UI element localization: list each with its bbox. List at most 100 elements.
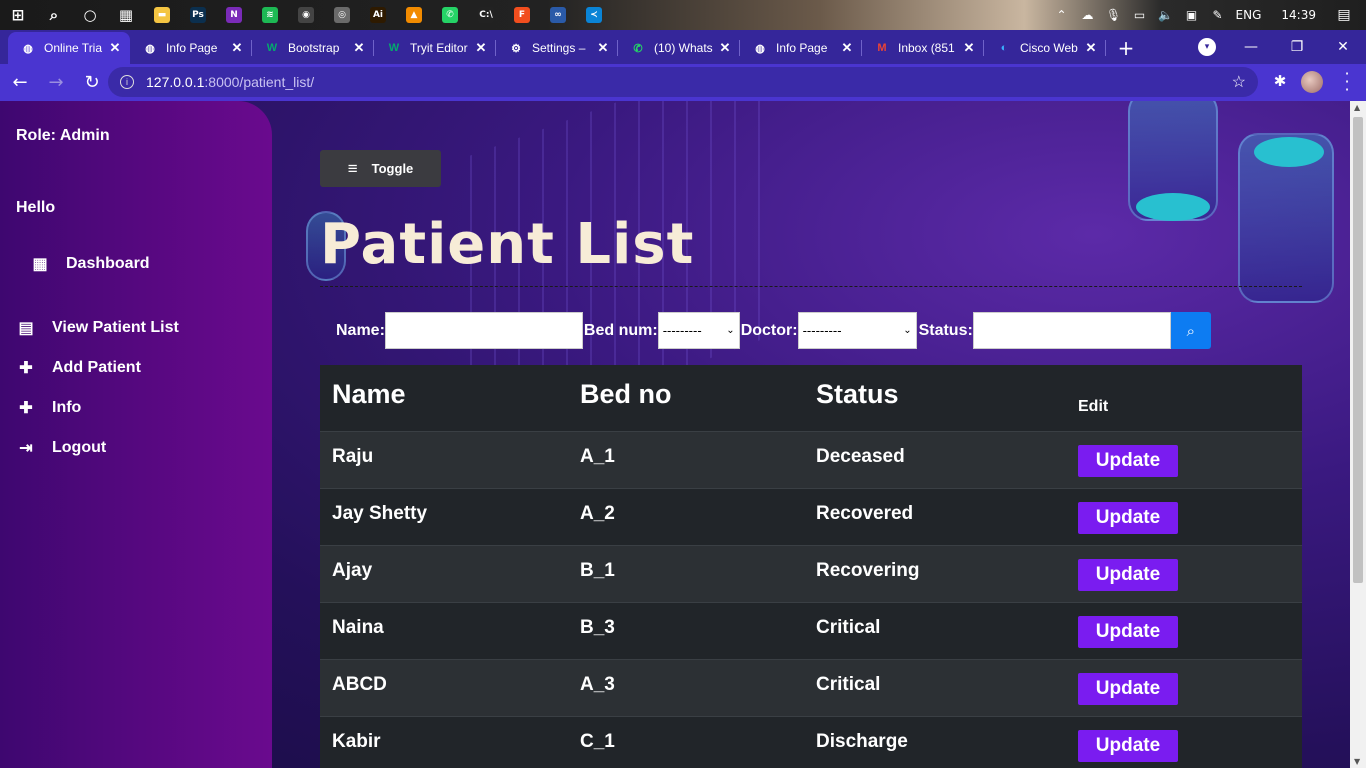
file-explorer-icon[interactable]: ▬ xyxy=(144,0,180,30)
browser-tab[interactable]: ◍ Info Page ✕ xyxy=(740,32,862,64)
bed-filter-select[interactable]: --------- ⌄ xyxy=(657,312,740,349)
cloud-icon[interactable]: ☁ xyxy=(1080,8,1096,22)
browser-tab[interactable]: ⚙ Settings – ✕ xyxy=(496,32,618,64)
globe-icon: ◍ xyxy=(23,42,33,55)
name-filter-input[interactable] xyxy=(384,312,583,349)
doctor-filter-label: Doctor: xyxy=(740,321,798,339)
browser-tab[interactable]: ◍ Online Tria ✕ xyxy=(8,32,130,64)
site-info-icon[interactable]: i xyxy=(120,75,134,89)
update-button[interactable]: Update xyxy=(1078,730,1178,762)
url-path: :8000/patient_list/ xyxy=(204,74,315,90)
bookmark-star-icon[interactable]: ☆ xyxy=(1232,72,1246,92)
greeting-label: Hello xyxy=(16,199,56,216)
terminal-icon[interactable]: C:\ xyxy=(468,0,504,30)
windows-start-icon[interactable]: ⊞ xyxy=(0,0,36,30)
close-tab-icon[interactable]: ✕ xyxy=(840,40,854,56)
vlc-icon[interactable]: ▲ xyxy=(396,0,432,30)
browser-tab[interactable]: ✆ (10) Whats ✕ xyxy=(618,32,740,64)
photoshop-icon[interactable]: Ps xyxy=(180,0,216,30)
notifications-icon[interactable]: ▤ xyxy=(1336,7,1352,23)
table-row: Ajay B_1 Recovering Update xyxy=(320,546,1302,603)
plus-icon: ✚ xyxy=(19,400,33,417)
close-icon[interactable]: ✕ xyxy=(1320,39,1366,55)
browser-menu-icon[interactable]: · · · xyxy=(1340,66,1354,98)
page-scrollbar[interactable]: ▲ ▼ xyxy=(1350,101,1366,768)
scroll-down-icon[interactable]: ▼ xyxy=(1354,757,1360,766)
address-bar[interactable]: i 127.0.0.1:8000/patient_list/ ☆ xyxy=(108,67,1258,97)
tab-search-icon[interactable]: ▾ xyxy=(1198,38,1216,56)
file-explorer-icon-glyph: ▬ xyxy=(154,7,170,23)
sidebar-item-view-patient-list[interactable]: ▤ View Patient List xyxy=(16,318,178,338)
vscode-icon[interactable]: ≺ xyxy=(576,0,612,30)
language-indicator[interactable]: ENG xyxy=(1236,8,1262,22)
sidebar-item-add-patient[interactable]: ✚ Add Patient xyxy=(16,358,141,378)
illustrator-icon[interactable]: Ai xyxy=(360,0,396,30)
vlc-icon-glyph: ▲ xyxy=(406,7,422,23)
minimize-icon[interactable]: — xyxy=(1228,39,1274,55)
close-tab-icon[interactable]: ✕ xyxy=(962,40,976,56)
close-tab-icon[interactable]: ✕ xyxy=(1084,40,1098,56)
cell-name: Jay Shetty xyxy=(332,503,428,524)
status-filter-input[interactable] xyxy=(972,312,1171,349)
cell-status: Critical xyxy=(816,674,881,695)
role-label: Role: Admin xyxy=(16,127,110,144)
sidebar-item-info[interactable]: ✚ Info xyxy=(16,398,81,418)
volume-icon[interactable]: 🔈 xyxy=(1158,8,1174,22)
close-tab-icon[interactable]: ✕ xyxy=(474,40,488,56)
close-tab-icon[interactable]: ✕ xyxy=(352,40,366,56)
sidebar-item-logout[interactable]: ⇥ Logout xyxy=(16,438,106,458)
gear-icon: ⚙ xyxy=(511,42,521,55)
reload-icon[interactable]: ↻ xyxy=(76,67,108,99)
obs-icon[interactable]: ◉ xyxy=(288,0,324,30)
chrome-icon[interactable]: ◎ xyxy=(324,0,360,30)
browser-tab[interactable]: W Tryit Editor ✕ xyxy=(374,32,496,64)
scroll-up-icon[interactable]: ▲ xyxy=(1354,103,1360,112)
close-tab-icon[interactable]: ✕ xyxy=(596,40,610,56)
pen-icon[interactable]: ✎ xyxy=(1210,8,1226,22)
back-icon[interactable]: ← xyxy=(4,67,36,99)
update-button[interactable]: Update xyxy=(1078,559,1178,591)
update-button[interactable]: Update xyxy=(1078,673,1178,705)
clock[interactable]: 14:39 xyxy=(1281,8,1316,22)
profile-avatar[interactable] xyxy=(1301,71,1323,93)
search-button[interactable]: ⌕ xyxy=(1170,312,1211,349)
browser-tab-strip: ◍ Online Tria ✕ ◍ Info Page ✕ W Bootstrap ✕ W Tryi… xyxy=(0,30,1366,64)
update-button[interactable]: Update xyxy=(1078,502,1178,534)
update-button[interactable]: Update xyxy=(1078,445,1178,477)
cortana-icon[interactable]: ○ xyxy=(72,0,108,30)
browser-tab[interactable]: M Inbox (851 ✕ xyxy=(862,32,984,64)
spotify-icon[interactable]: ≋ xyxy=(252,0,288,30)
url-host: 127.0.0.1 xyxy=(146,74,205,90)
toggle-button[interactable]: ≡ Toggle xyxy=(320,150,441,187)
tab-title: Cisco Web xyxy=(1020,41,1078,55)
patient-table: Name Bed no Status Edit Raju A_1 Deceased U… xyxy=(320,365,1302,768)
chevron-up-icon[interactable]: ⌃ xyxy=(1054,8,1070,22)
extensions-icon[interactable]: ✱ xyxy=(1270,72,1290,92)
sidebar-item-dashboard[interactable]: ▦ Dashboard xyxy=(30,254,149,274)
search-icon[interactable]: ⌕ xyxy=(36,0,72,30)
battery-icon[interactable]: ▭ xyxy=(1132,8,1148,22)
search-icon-glyph: ⌕ xyxy=(49,6,59,24)
onenote-icon[interactable]: N xyxy=(216,0,252,30)
illustrator-icon-glyph: Ai xyxy=(370,7,386,23)
new-tab-button[interactable]: + xyxy=(1106,32,1146,64)
doctor-filter-select[interactable]: --------- ⌄ xyxy=(797,312,917,349)
update-button[interactable]: Update xyxy=(1078,616,1178,648)
dev-tool-icon[interactable]: ∞ xyxy=(540,0,576,30)
close-tab-icon[interactable]: ✕ xyxy=(230,40,244,56)
network-icon[interactable]: ▣ xyxy=(1184,8,1200,22)
microphone-icon[interactable]: 🎙 xyxy=(1106,8,1122,22)
cell-name: ABCD xyxy=(332,674,387,695)
figma-icon[interactable]: F xyxy=(504,0,540,30)
browser-tab[interactable]: W Bootstrap ✕ xyxy=(252,32,374,64)
forward-icon[interactable]: → xyxy=(40,67,72,99)
browser-tab[interactable]: ◍ Info Page ✕ xyxy=(130,32,252,64)
page-title: Patient List xyxy=(320,212,695,277)
scrollbar-thumb[interactable] xyxy=(1353,117,1363,583)
browser-tab[interactable]: ◐ Cisco Web ✕ xyxy=(984,32,1106,64)
close-tab-icon[interactable]: ✕ xyxy=(108,40,122,56)
task-view-icon[interactable]: ▦ xyxy=(108,0,144,30)
whatsapp-icon[interactable]: ✆ xyxy=(432,0,468,30)
close-tab-icon[interactable]: ✕ xyxy=(718,40,732,56)
restore-icon[interactable]: ❐ xyxy=(1274,39,1320,55)
